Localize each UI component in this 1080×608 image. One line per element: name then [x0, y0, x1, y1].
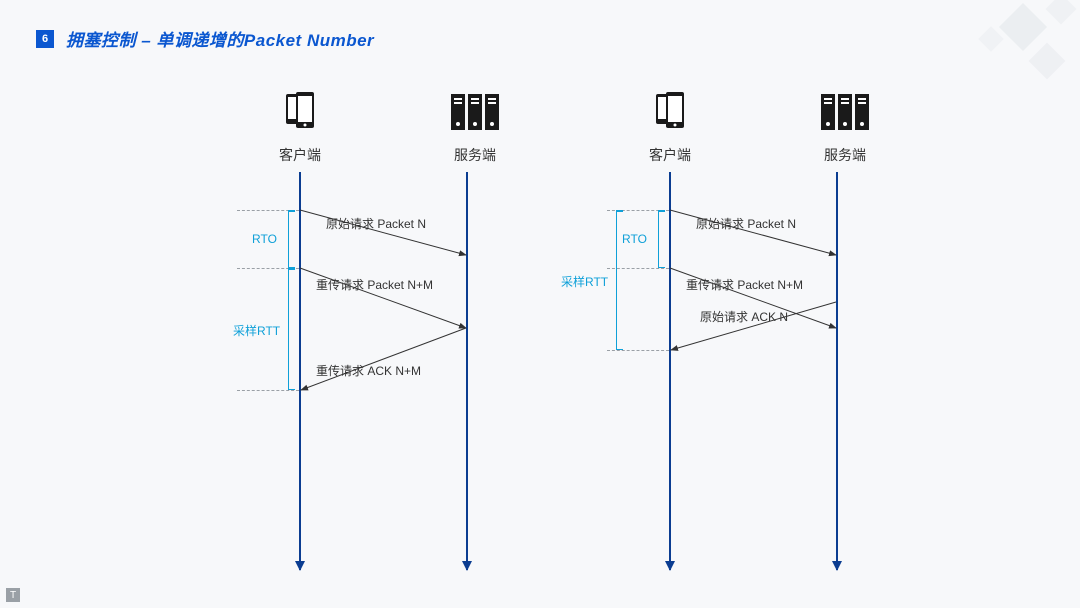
- left-rtt-label: 采样RTT: [233, 322, 280, 339]
- right-rto-bracket: [658, 210, 659, 268]
- left-msg1: 原始请求 Packet N: [326, 215, 426, 232]
- right-server-label: 服务端: [810, 145, 880, 165]
- slide-title: 拥塞控制 – 单调递增的Packet Number: [66, 26, 374, 51]
- right-server-node: 服务端: [810, 90, 880, 165]
- page-number-badge: 6: [36, 30, 54, 48]
- server-icon: [447, 90, 503, 134]
- dash-line: [607, 350, 669, 351]
- right-client-lifeline: [669, 172, 671, 570]
- left-client-node: 客户端: [265, 90, 335, 165]
- left-client-lifeline: [299, 172, 301, 570]
- left-msg3: 重传请求 ACK N+M: [316, 362, 421, 379]
- right-rto-label: RTO: [622, 232, 647, 246]
- left-msg2: 重传请求 Packet N+M: [316, 276, 433, 293]
- left-server-label: 服务端: [440, 145, 510, 165]
- left-client-label: 客户端: [265, 145, 335, 165]
- slide-header: 6 拥塞控制 – 单调递增的Packet Number: [36, 26, 374, 51]
- left-server-node: 服务端: [440, 90, 510, 165]
- right-client-node: 客户端: [635, 90, 705, 165]
- dash-line: [237, 390, 299, 391]
- right-client-label: 客户端: [635, 145, 705, 165]
- phone-icon: [278, 90, 322, 134]
- arrows-svg: [0, 90, 1080, 570]
- left-rto-bracket: [288, 210, 289, 268]
- left-server-lifeline: [466, 172, 468, 570]
- diagram-stage: 客户端 服务端 客户端: [0, 90, 1080, 570]
- right-rtt-label: 采样RTT: [561, 273, 608, 290]
- right-msg1: 原始请求 Packet N: [696, 215, 796, 232]
- right-msg2: 重传请求 Packet N+M: [686, 276, 803, 293]
- right-rtt-bracket: [616, 210, 617, 350]
- left-rtt-bracket: [288, 268, 289, 390]
- right-msg3: 原始请求 ACK N: [700, 308, 788, 325]
- right-server-lifeline: [836, 172, 838, 570]
- footer-logo: T: [6, 588, 20, 602]
- server-icon: [817, 90, 873, 134]
- left-rto-label: RTO: [252, 232, 277, 246]
- phone-icon: [648, 90, 692, 134]
